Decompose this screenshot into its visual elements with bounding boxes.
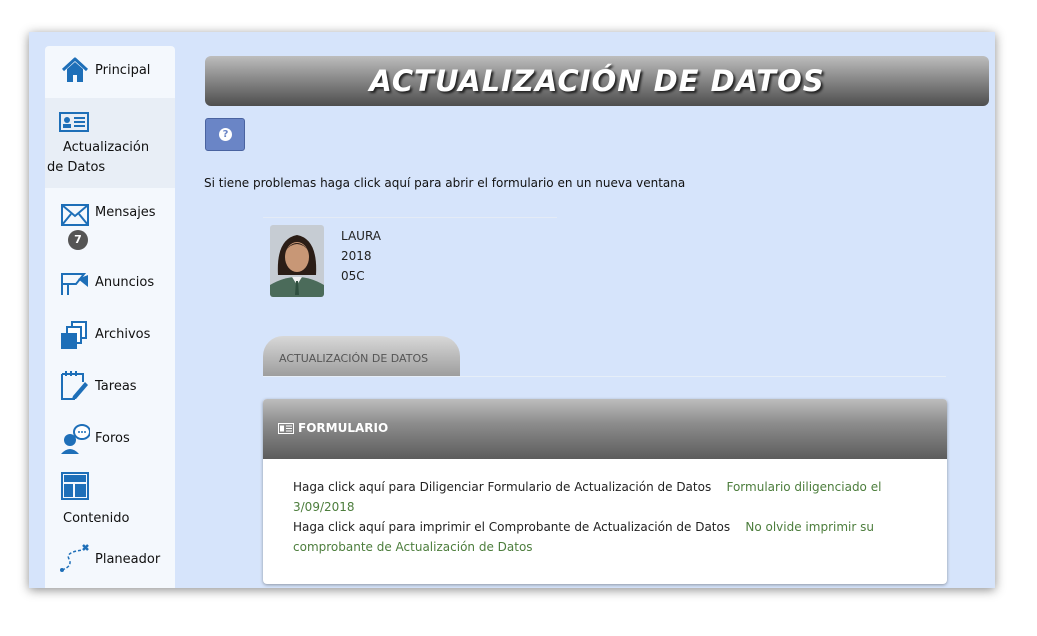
panel-header: FORMULARIO [263,399,947,459]
divider [263,217,557,218]
sidebar-item-archivos[interactable]: Archivos [45,310,175,362]
envelope-icon [61,204,89,230]
sidebar-item-tareas[interactable]: Tareas [45,362,175,414]
sidebar-item-label: Planeador [95,552,161,567]
sidebar-item-label: Foros [95,431,130,446]
unread-count-badge: 7 [68,230,88,250]
sidebar-item-foros[interactable]: Foros [45,414,175,466]
sidebar-item-label: Anuncios [95,275,155,290]
sidebar-item-label: Principal [95,63,151,78]
sidebar-item-label: Mensajes [95,205,156,220]
help-button[interactable]: ? [205,118,245,151]
student-group: 05C [341,269,365,283]
sidebar-item-label: de Datos [47,160,106,175]
app-frame: Principal Actualización de Datos Mensaje… [29,32,995,588]
sidebar-item-label: Contenido [63,511,130,526]
sidebar-item-mensajes[interactable]: Mensajes 7 [45,188,175,258]
sidebar-item-label: Actualización [63,140,150,155]
panel-body: Haga click aquí para Diligenciar Formula… [293,477,923,557]
student-name: LAURA [341,229,382,243]
id-card-icon [59,112,89,136]
open-form-new-window-link[interactable]: Si tiene problemas haga click aquí para … [204,176,685,190]
sidebar-item-principal[interactable]: Principal [45,46,175,98]
files-icon [60,320,90,354]
calendar-edit-icon [61,370,89,404]
sidebar: Principal Actualización de Datos Mensaje… [45,46,175,588]
tab-underline [263,376,946,377]
forum-user-icon [60,424,91,458]
sidebar-item-planeador[interactable]: Planeador [45,536,175,588]
question-circle-icon: ? [219,128,232,141]
print-receipt-link[interactable]: Haga click aquí para imprimir el Comprob… [293,520,730,534]
page-title-bar: ACTUALIZACIÓN DE DATOS [205,56,989,106]
student-photo [270,225,324,297]
fill-form-link[interactable]: Haga click aquí para Diligenciar Formula… [293,480,711,494]
layout-icon [61,472,89,504]
id-card-icon [278,423,294,438]
sidebar-item-label: Archivos [95,327,151,342]
sidebar-item-contenido[interactable]: Contenido [45,466,175,536]
house-icon [61,56,89,88]
sidebar-item-anuncios[interactable]: Anuncios [45,258,175,310]
panel-title: FORMULARIO [298,421,389,435]
tab-label: ACTUALIZACIÓN DE DATOS [279,352,429,365]
megaphone-icon [60,271,90,301]
student-year: 2018 [341,249,372,263]
page-title: ACTUALIZACIÓN DE DATOS [369,64,825,98]
route-icon [59,542,91,578]
tab-actualizacion-de-datos[interactable]: ACTUALIZACIÓN DE DATOS [263,336,460,377]
sidebar-item-actualizacion[interactable]: Actualización de Datos [45,98,175,188]
sidebar-item-label: Tareas [95,379,137,394]
form-panel: FORMULARIO Haga click aquí para Diligenc… [263,399,947,584]
